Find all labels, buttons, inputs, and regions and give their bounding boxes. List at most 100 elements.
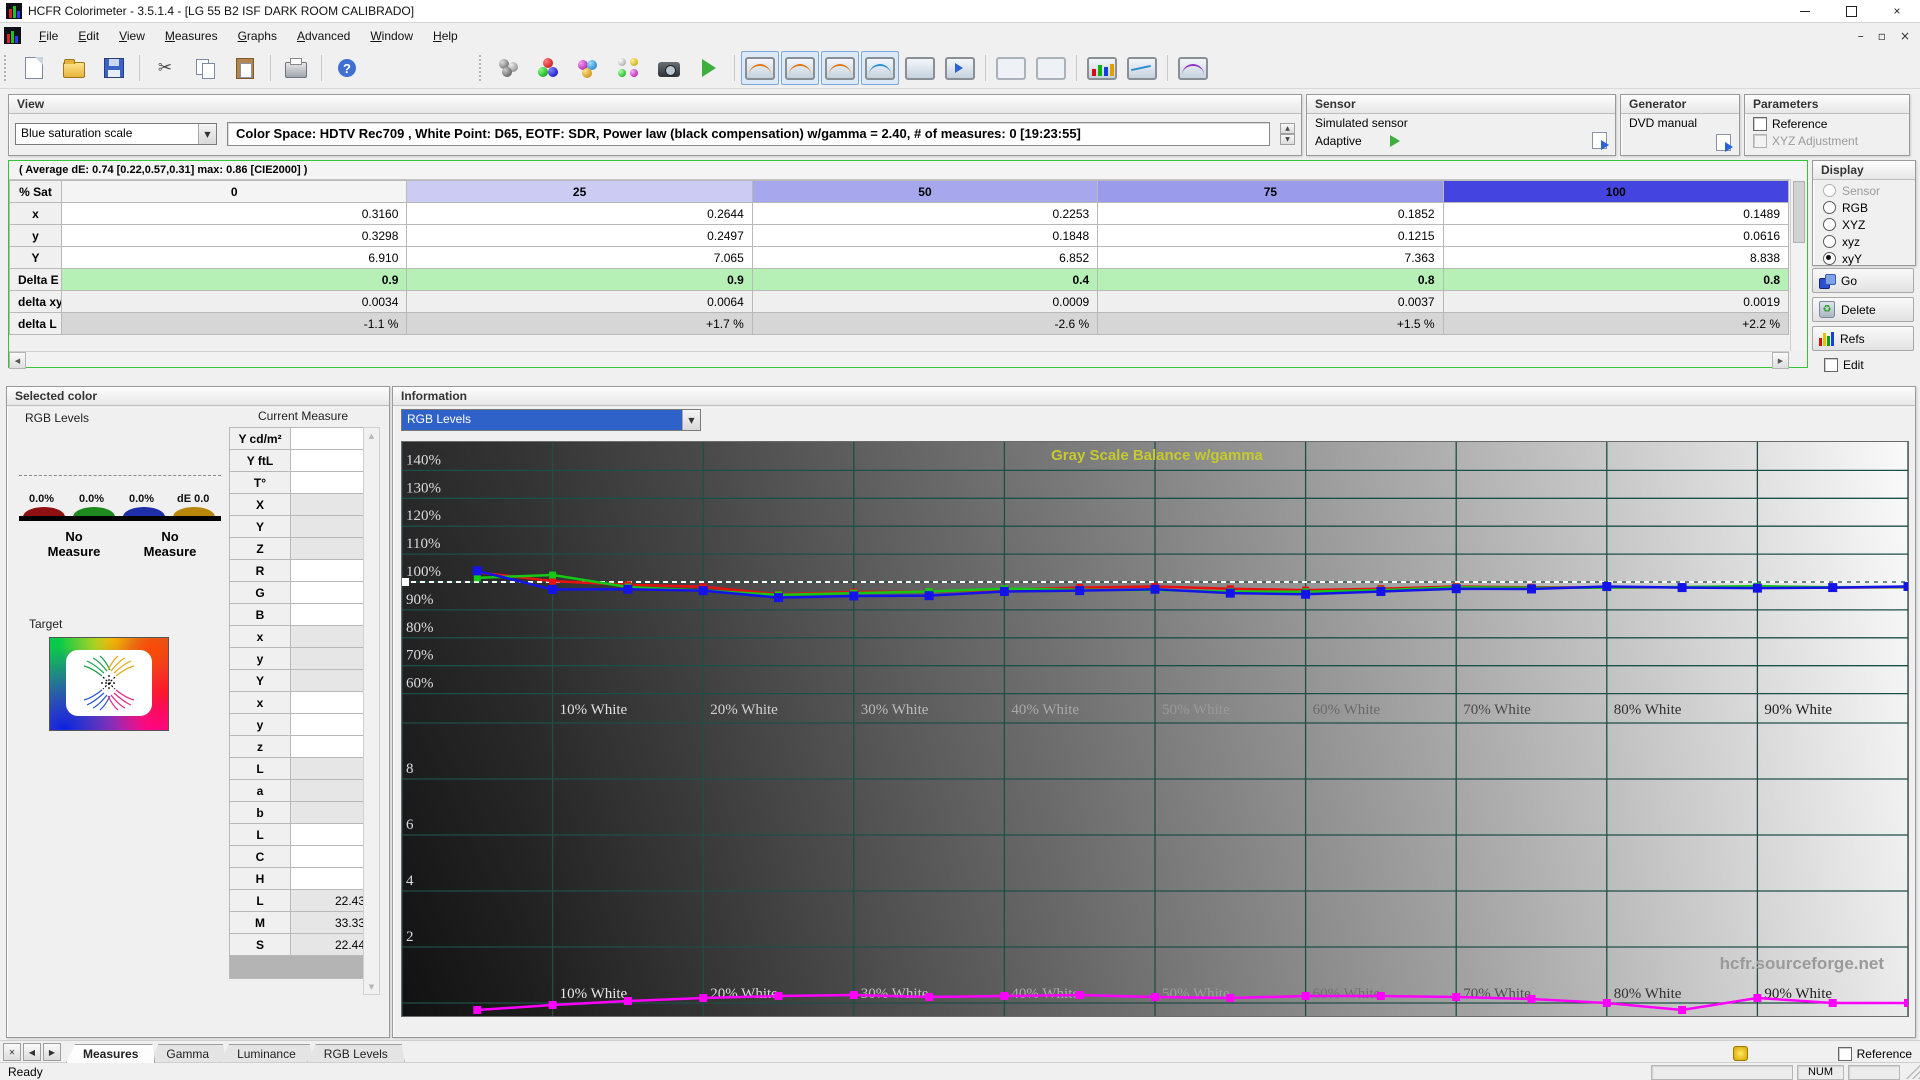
- spin-up-icon[interactable]: ▲: [1280, 123, 1295, 134]
- mdi-minimize-icon[interactable]: –: [1858, 29, 1864, 43]
- measure-cell[interactable]: +1.5 %: [1097, 312, 1444, 335]
- measure-cell[interactable]: 0.2253: [751, 202, 1099, 225]
- measure-cell[interactable]: 0.0064: [406, 290, 753, 313]
- measure-cell[interactable]: 0.1852: [1097, 202, 1444, 225]
- graph-type-select[interactable]: RGB Levels ▼: [401, 409, 701, 431]
- measure-cell[interactable]: 0.0616: [1442, 224, 1790, 247]
- measure-cell[interactable]: 6.852: [751, 246, 1099, 269]
- measure-cell[interactable]: 0.1848: [751, 224, 1099, 247]
- measure-cell[interactable]: 7.065: [406, 246, 753, 269]
- capture-button[interactable]: [650, 51, 688, 85]
- mdi-restore-icon[interactable]: ▫: [1878, 29, 1886, 43]
- menu-item-measures[interactable]: Measures: [155, 26, 228, 46]
- spin-down-icon[interactable]: ▼: [1280, 134, 1295, 145]
- measure-cell[interactable]: 0.2497: [406, 224, 753, 247]
- menu-item-window[interactable]: Window: [360, 26, 423, 46]
- saturation-column-header[interactable]: 25: [406, 180, 753, 203]
- measure-cell[interactable]: 0.1215: [1097, 224, 1444, 247]
- refs-button[interactable]: Refs: [1812, 326, 1914, 351]
- menu-item-edit[interactable]: Edit: [68, 26, 109, 46]
- scroll-left-icon[interactable]: ◀: [9, 352, 26, 369]
- go-button[interactable]: Go: [1812, 268, 1914, 293]
- measure-primaries-button[interactable]: [530, 51, 568, 85]
- measure-cell[interactable]: 8.838: [1442, 246, 1790, 269]
- sensor-run-icon[interactable]: [1389, 134, 1400, 147]
- saturation-column-header[interactable]: 0: [60, 180, 408, 203]
- open-file-button[interactable]: [55, 51, 93, 85]
- close-button[interactable]: ×: [1874, 0, 1920, 22]
- display-radio-xyy[interactable]: xyY: [1813, 250, 1915, 267]
- new-file-button[interactable]: [15, 51, 53, 85]
- measure-cell[interactable]: 0.9: [406, 268, 753, 291]
- scroll-down-icon[interactable]: ▼: [364, 979, 379, 994]
- menu-item-file[interactable]: File: [29, 26, 68, 46]
- measure-cell[interactable]: -2.6 %: [751, 312, 1099, 335]
- mdi-close-icon[interactable]: ×: [1900, 29, 1910, 43]
- measure-cell[interactable]: 0.3298: [60, 224, 408, 247]
- graph-nearwhite-button[interactable]: [861, 51, 899, 85]
- measure-cell[interactable]: 0.0009: [751, 290, 1099, 313]
- minimize-button[interactable]: [1782, 0, 1828, 22]
- measure-scrollbar[interactable]: ▲ ▼: [363, 427, 380, 995]
- menu-item-help[interactable]: Help: [423, 26, 468, 46]
- sensor-config-icon[interactable]: [1592, 132, 1609, 150]
- measure-cell[interactable]: 0.1489: [1442, 202, 1790, 225]
- graph-nearblack-button[interactable]: [821, 51, 859, 85]
- measure-cell[interactable]: 0.4: [751, 268, 1099, 291]
- saturation-column-header[interactable]: 100: [1442, 180, 1790, 203]
- copy-button[interactable]: [186, 51, 224, 85]
- chevron-down-icon[interactable]: ▼: [682, 410, 700, 430]
- measure-saturations-button[interactable]: [570, 51, 608, 85]
- reference-status-checkbox[interactable]: Reference: [1837, 1046, 1912, 1061]
- tab-gamma[interactable]: Gamma: [149, 1044, 226, 1063]
- graph-tracking-button[interactable]: [1123, 51, 1161, 85]
- measure-cell[interactable]: 0.2644: [406, 202, 753, 225]
- saturation-column-header[interactable]: 50: [751, 180, 1099, 203]
- sensor-setup-button[interactable]: [490, 51, 528, 85]
- measure-cell[interactable]: 7.363: [1097, 246, 1444, 269]
- scroll-up-icon[interactable]: ▲: [364, 428, 379, 443]
- generator-config-icon[interactable]: [1716, 134, 1733, 152]
- measure-cell[interactable]: 0.0037: [1097, 290, 1444, 313]
- edit-checkbox[interactable]: Edit: [1824, 358, 1864, 372]
- menu-item-advanced[interactable]: Advanced: [287, 26, 360, 46]
- paste-button[interactable]: [226, 51, 264, 85]
- reference-checkbox[interactable]: Reference: [1753, 117, 1901, 131]
- tab-rgb-levels[interactable]: RGB Levels: [307, 1044, 405, 1063]
- measure-cell[interactable]: 0.8: [1097, 268, 1444, 291]
- scroll-right-icon[interactable]: ▶: [1772, 352, 1789, 369]
- resize-grip[interactable]: [1906, 1065, 1920, 1079]
- next-tab-icon[interactable]: ▶: [43, 1043, 61, 1061]
- run-measures-button[interactable]: [690, 51, 728, 85]
- measure-cell[interactable]: 6.910: [60, 246, 408, 269]
- prev-tab-icon[interactable]: ◀: [23, 1043, 41, 1061]
- measure-cell[interactable]: 0.8: [1442, 268, 1790, 291]
- graph-luminance-button[interactable]: [992, 51, 1030, 85]
- print-button[interactable]: [277, 51, 315, 85]
- table-horizontal-scrollbar[interactable]: ◀ ▶: [9, 351, 1789, 369]
- display-radio-xyz[interactable]: XYZ: [1813, 216, 1915, 233]
- measure-cell[interactable]: 0.0019: [1442, 290, 1790, 313]
- measure-cell[interactable]: +2.2 %: [1442, 312, 1790, 335]
- graph-grayscale-button[interactable]: [741, 51, 779, 85]
- chevron-down-icon[interactable]: ▼: [198, 124, 216, 144]
- delete-button[interactable]: ♻ Delete: [1812, 297, 1914, 322]
- display-radio-xyz[interactable]: xyz: [1813, 233, 1915, 250]
- measure-cell[interactable]: -1.1 %: [60, 312, 408, 335]
- menu-item-graphs[interactable]: Graphs: [228, 26, 287, 46]
- measure-spinner[interactable]: ▲ ▼: [1280, 123, 1295, 145]
- save-button[interactable]: [95, 51, 133, 85]
- measure-colorchecker-button[interactable]: [610, 51, 648, 85]
- graph-contrast-button[interactable]: [1032, 51, 1070, 85]
- graph-gamma-button[interactable]: [781, 51, 819, 85]
- help-button[interactable]: ?: [328, 51, 366, 85]
- graph-report-button[interactable]: [1174, 51, 1212, 85]
- graph-histogram-button[interactable]: [1083, 51, 1121, 85]
- graph-cie-button[interactable]: [941, 51, 979, 85]
- maximize-button[interactable]: [1828, 0, 1874, 22]
- graph-rgblevels-button[interactable]: [901, 51, 939, 85]
- table-vertical-scrollbar[interactable]: [1790, 179, 1807, 351]
- cut-button[interactable]: ✂: [146, 51, 184, 85]
- display-radio-rgb[interactable]: RGB: [1813, 199, 1915, 216]
- menu-item-view[interactable]: View: [109, 26, 155, 46]
